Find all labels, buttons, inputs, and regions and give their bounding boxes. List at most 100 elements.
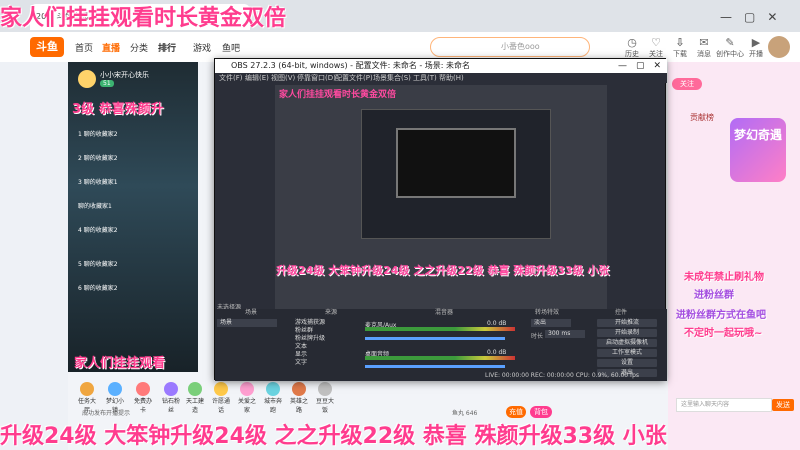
backpack-button[interactable]: 背包 — [530, 406, 552, 418]
menu-help[interactable]: 帮助(H) — [439, 73, 464, 83]
source-item[interactable]: 游戏捕获源 — [295, 319, 325, 327]
menu-file[interactable]: 文件(F) — [219, 73, 243, 83]
nav-live[interactable]: 直播 — [102, 41, 120, 54]
contribute-tab[interactable]: 贡献榜 — [690, 112, 714, 123]
list-item[interactable]: 5 聊的收藏家2 — [78, 258, 118, 272]
chat-input[interactable]: 这里输入聊天内容 — [676, 398, 772, 412]
send-button[interactable]: 发送 — [772, 399, 794, 411]
obs-window-controls[interactable]: — ▢ ✕ — [618, 59, 661, 73]
gift-item[interactable]: 钻石粉丝 — [160, 382, 182, 414]
download-icon[interactable]: ⇩ 下载 — [668, 36, 692, 59]
gift-label: 免费办卡 — [133, 398, 152, 414]
gift-label: 许愿通话 — [211, 398, 230, 414]
duration-label: 时长 — [531, 333, 544, 340]
source-item[interactable]: 显示 — [295, 351, 325, 359]
menu-view[interactable]: 视图(V) — [271, 73, 295, 83]
list-item[interactable]: 聊的收藏家1 — [78, 200, 112, 214]
menu-scene-collection[interactable]: 场景集合(S) — [373, 73, 411, 83]
gift-item[interactable]: 关爱之家 — [236, 382, 258, 414]
nav-home[interactable]: 首页 — [75, 41, 93, 54]
obs-titlebar[interactable]: OBS 27.2.3 (64-bit, windows) - 配置文件: 未命名… — [215, 59, 667, 73]
overlay-right-line: 进粉丝群方式在鱼吧 — [676, 310, 766, 321]
preview-banner: 家人们挂挂观看时长黄金双倍 — [279, 90, 397, 100]
douyu-logo[interactable]: 斗鱼 — [30, 37, 64, 57]
volume-meter — [365, 356, 515, 360]
menu-edit[interactable]: 编辑(E) — [245, 73, 269, 83]
follow-icon[interactable]: ♡ 关注 — [644, 36, 668, 59]
obs-status-bar: LIVE: 00:00:00 REC: 00:00:00 CPU: 0.9%, … — [485, 372, 640, 379]
gift-item[interactable]: 英雄之路 — [288, 382, 310, 414]
follow-button[interactable]: 关注 — [672, 78, 702, 90]
message-icon[interactable]: ✉ 消息 — [692, 36, 716, 59]
gift-item[interactable]: 豆豆大饭 — [314, 382, 336, 414]
event-badge[interactable]: 梦幻奇遇 — [730, 118, 786, 182]
gift-label: 钻石粉丝 — [161, 398, 180, 414]
studio-mode-button[interactable]: 工作室模式 — [597, 349, 657, 357]
obs-window[interactable]: OBS 27.2.3 (64-bit, windows) - 配置文件: 未命名… — [214, 58, 667, 381]
list-item[interactable]: 2 聊的收藏家2 — [78, 152, 118, 166]
scene-item[interactable]: 场景 — [217, 319, 277, 327]
gift-item[interactable]: 免费办卡 — [132, 382, 154, 414]
notice-text: 成功发布开播提示 — [82, 410, 131, 417]
golive-label: 开播 — [749, 50, 763, 58]
gift-label: 城市奔跑 — [263, 398, 282, 414]
source-item[interactable]: 粉丝牌升级 — [295, 335, 325, 343]
golive-icon[interactable]: ▶ 开播 — [744, 36, 768, 59]
search-input[interactable]: 小番色ooo — [430, 37, 590, 57]
history-icon[interactable]: ◷ 历史 — [620, 36, 644, 59]
list-item[interactable]: 6 聊的收藏家2 — [78, 282, 118, 296]
charge-button[interactable]: 充值 — [506, 406, 526, 418]
transitions-header: 转场特效 — [535, 309, 560, 316]
mixer-track-db: 0.0 dB — [487, 320, 507, 327]
gift-label: 英雄之路 — [289, 398, 308, 414]
transition-select[interactable]: 淡出 — [531, 319, 571, 327]
overlay-left-bottom: 家人们挂挂观看 — [74, 356, 166, 371]
virtual-camera-button[interactable]: 启动虚拟摄像机 — [597, 339, 657, 347]
menu-docks[interactable]: 停靠窗口(D) — [297, 73, 336, 83]
list-item[interactable]: 1 聊的收藏家2 — [78, 128, 118, 142]
nav-fishbar[interactable]: 鱼吧 — [222, 41, 240, 54]
nav-category[interactable]: 分类 — [130, 41, 148, 54]
nav-games[interactable]: 游戏 — [193, 41, 211, 54]
history-label: 历史 — [625, 50, 639, 58]
source-item[interactable]: 文字 — [295, 359, 325, 367]
duration-input[interactable]: 300 ms — [545, 330, 585, 338]
controls-header: 控件 — [615, 309, 628, 316]
gift-item[interactable]: 许愿通话 — [210, 382, 232, 414]
source-item[interactable]: 文本 — [295, 343, 325, 351]
creator-icon[interactable]: ✎ 创作中心 — [716, 36, 744, 59]
gift-item[interactable]: 城市奔跑 — [262, 382, 284, 414]
obs-title-text: OBS 27.2.3 (64-bit, windows) - 配置文件: 未命名… — [231, 61, 471, 70]
list-item[interactable]: 4 聊的收藏家2 — [78, 224, 118, 238]
obs-menubar: 文件(F) 编辑(E) 视图(V) 停靠窗口(D) 配置文件(P) 场景集合(S… — [215, 73, 667, 83]
mixer-header: 混音器 — [435, 309, 454, 316]
overlay-banner-top: 家人们挂挂观看时长黄金双倍 — [0, 6, 287, 31]
host-avatar[interactable] — [78, 70, 96, 88]
menu-tools[interactable]: 工具(T) — [413, 73, 437, 83]
overlay-left-top: 3级 恭喜殊颜升 — [72, 102, 164, 117]
download-label: 下载 — [673, 50, 687, 58]
start-stream-button[interactable]: 开始推流 — [597, 319, 657, 327]
message-label: 消息 — [697, 50, 711, 58]
avatar[interactable] — [768, 36, 790, 58]
volume-meter — [365, 327, 515, 331]
overlay-right-line: 进粉丝群 — [694, 290, 734, 301]
source-item[interactable]: 粉丝群 — [295, 327, 325, 335]
volume-slider[interactable] — [365, 365, 505, 368]
gift-label: 豆豆大饭 — [315, 398, 334, 414]
host-level-badge: 51 — [100, 80, 114, 87]
overlay-right-line: 未成年禁止刷礼物 — [684, 272, 764, 283]
overlay-ticker-bottom: 升级24级 大笨钟升级24级 之之升级22级 恭喜 殊颜升级33级 小张 — [0, 424, 667, 449]
volume-slider[interactable] — [365, 337, 505, 340]
gift-item[interactable]: 天工建造 — [184, 382, 206, 414]
settings-button[interactable]: 设置 — [597, 359, 657, 367]
list-item[interactable]: 3 聊的收藏家1 — [78, 176, 118, 190]
sources-header: 来源 — [325, 309, 338, 316]
menu-profile[interactable]: 配置文件(P) — [335, 73, 373, 83]
nav-rank[interactable]: 排行 — [158, 41, 176, 54]
window-controls[interactable]: — ▢ ✕ — [720, 8, 777, 25]
follow-label: 关注 — [649, 50, 663, 58]
gift-label: 天工建造 — [185, 398, 204, 414]
start-record-button[interactable]: 开始录制 — [597, 329, 657, 337]
host-name: 小小宋开心快乐 — [100, 71, 149, 79]
